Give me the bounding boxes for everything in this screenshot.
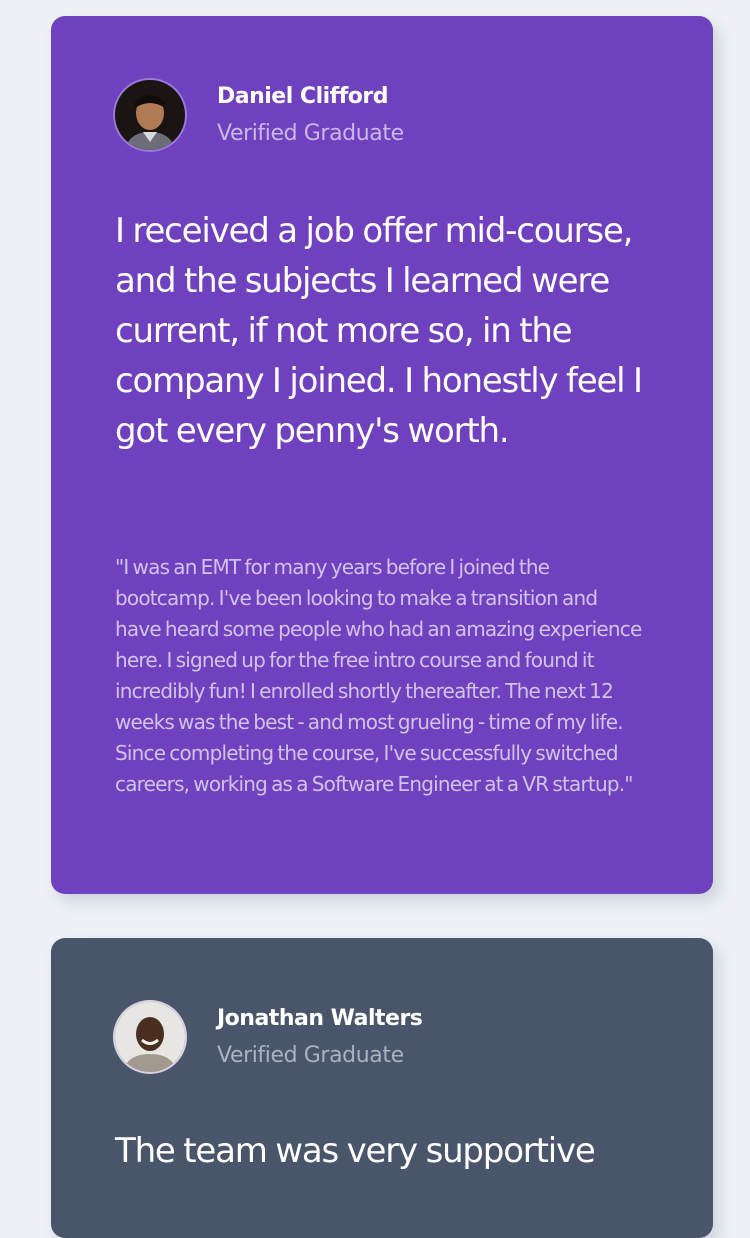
testimonial-quote: "I was an EMT for many years before I jo… xyxy=(115,555,642,796)
testimonial-headline: The team was very supportive xyxy=(115,1131,596,1171)
testimonial-headline: I received a job offer mid-course, and t… xyxy=(115,211,643,451)
author-name: Jonathan Walters xyxy=(217,1006,423,1031)
avatar xyxy=(115,80,185,150)
avatar xyxy=(115,1002,185,1072)
author-role: Verified Graduate xyxy=(217,1043,404,1068)
author-name: Daniel Clifford xyxy=(217,84,389,109)
author-role: Verified Graduate xyxy=(217,121,404,146)
testimonial-card-daniel: Daniel Clifford Verified Graduate I rece… xyxy=(51,16,713,894)
testimonial-card-jonathan: Jonathan Walters Verified Graduate The t… xyxy=(51,938,713,1238)
